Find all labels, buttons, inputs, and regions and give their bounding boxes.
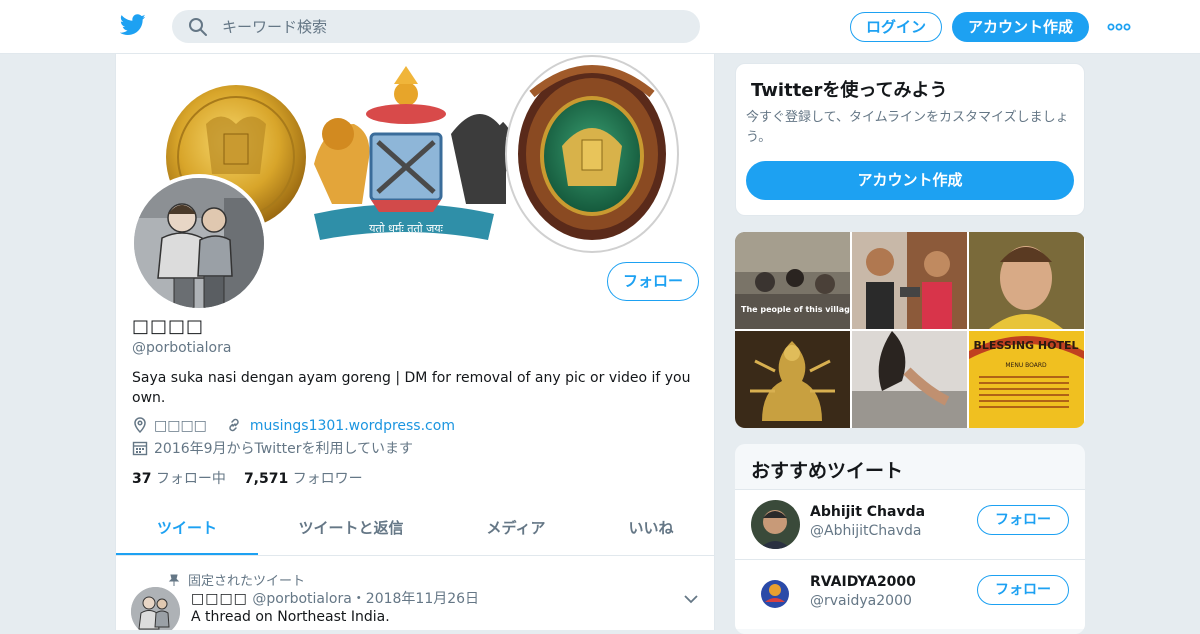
location-pin-icon xyxy=(134,417,146,433)
signup-card-button[interactable]: アカウント作成 xyxy=(746,161,1074,200)
recommended-user-avatar[interactable] xyxy=(751,570,800,619)
recommended-user-avatar[interactable] xyxy=(751,500,800,549)
pinned-label: 固定されたツイート xyxy=(188,574,306,589)
search-box[interactable] xyxy=(172,10,700,43)
media-tile[interactable] xyxy=(852,232,967,329)
recommended-title: おすすめツイート xyxy=(751,460,904,482)
following-stat[interactable]: 37 フォロー中 xyxy=(132,471,226,487)
login-button[interactable]: ログイン xyxy=(850,12,942,42)
media-thumbnail xyxy=(852,232,967,329)
followers-label: フォロワー xyxy=(292,471,363,487)
followers-count: 7,571 xyxy=(243,471,289,487)
chevron-down-icon[interactable] xyxy=(684,594,698,604)
following-label: フォロー中 xyxy=(155,471,226,487)
tweet-author-handle[interactable]: @porbotialora xyxy=(252,591,351,607)
twitter-bird-icon[interactable] xyxy=(120,14,146,36)
signup-card: Twitterを使ってみよう 今すぐ登録して、タイムラインをカスタマイズしましょ… xyxy=(735,63,1085,216)
tweet-text: A thread on Northeast India. xyxy=(191,609,390,625)
media-thumbnail xyxy=(735,331,850,428)
more-options-icon[interactable] xyxy=(1107,22,1131,32)
recommended-user-row[interactable]: Abhijit Chavda @AbhijitChavda フォロー xyxy=(735,489,1085,559)
tab-tweets-and-replies[interactable]: ツイートと返信 xyxy=(284,504,418,555)
recommended-avatar-image xyxy=(751,570,800,619)
profile-join-date-row: 2016年9月からTwitterを利用しています xyxy=(132,438,413,458)
signup-button[interactable]: アカウント作成 xyxy=(952,12,1089,42)
media-thumbnail xyxy=(852,331,967,428)
media-caption: The people of this village have dual xyxy=(741,305,850,314)
recommended-user-row[interactable]: RVAIDYA2000 @rvaidya2000 フォロー xyxy=(735,559,1085,629)
recommended-user-name[interactable]: RVAIDYA2000 xyxy=(810,574,916,590)
tweet-author-avatar[interactable] xyxy=(131,587,180,630)
follow-button[interactable]: フォロー xyxy=(607,262,699,301)
profile-location: □□□□ xyxy=(154,418,207,434)
recommended-user-handle[interactable]: @AbhijitChavda xyxy=(810,523,921,539)
media-tile[interactable]: The people of this village have dual xyxy=(735,232,850,329)
recommended-follow-button[interactable]: フォロー xyxy=(977,505,1069,535)
recommended-follow-button[interactable]: フォロー xyxy=(977,575,1069,605)
media-sign-subtitle: MENU BOARD xyxy=(1005,362,1047,369)
tweet-avatar-illustration xyxy=(131,587,180,630)
recommended-user-handle[interactable]: @rvaidya2000 xyxy=(810,593,912,609)
profile-avatar[interactable] xyxy=(130,174,268,312)
media-thumbnail: BLESSING HOTEL MENU BOARD xyxy=(969,331,1084,428)
profile-tabs: ツイート ツイートと返信 メディア いいね xyxy=(116,504,714,556)
following-count: 37 xyxy=(132,471,152,487)
tab-tweets[interactable]: ツイート xyxy=(116,504,258,555)
profile-stats: 37 フォロー中 7,571 フォロワー xyxy=(132,468,363,488)
recommended-avatar-image xyxy=(751,500,800,549)
pinned-tweet[interactable]: 固定されたツイート □□□□ @porbotialora・2018年11月26日… xyxy=(116,556,714,630)
search-input[interactable] xyxy=(222,14,682,39)
pin-icon xyxy=(168,574,180,586)
tweet-author-name[interactable]: □□□□ xyxy=(191,591,248,607)
profile-join-date: 2016年9月からTwitterを利用しています xyxy=(154,441,414,457)
search-icon xyxy=(189,18,207,36)
top-navigation-bar: ログイン アカウント作成 xyxy=(0,0,1200,54)
tab-likes[interactable]: いいね xyxy=(606,504,696,555)
profile-name[interactable]: □□□□ xyxy=(132,316,204,337)
tweet-date[interactable]: ・2018年11月26日 xyxy=(352,591,479,607)
followers-stat[interactable]: 7,571 フォロワー xyxy=(244,471,363,487)
media-thumbnail: The people of this village have dual xyxy=(735,232,850,329)
recommended-tweets-card: おすすめツイート Abhijit Chavda @AbhijitChavda フ… xyxy=(735,444,1085,634)
profile-handle[interactable]: @porbotialora xyxy=(132,340,231,356)
profile-location-row: □□□□ musings1301.wordpress.com xyxy=(132,417,455,437)
media-tile[interactable] xyxy=(969,232,1084,329)
media-thumbnail xyxy=(969,232,1084,329)
media-sign-title: BLESSING HOTEL xyxy=(974,339,1079,352)
banner-motto: यतो धर्मः ततो जयः xyxy=(369,222,443,235)
signup-card-title: Twitterを使ってみよう xyxy=(751,80,948,101)
pinned-indicator: 固定されたツイート xyxy=(168,570,305,589)
calendar-icon xyxy=(132,441,148,456)
media-grid: The people of this village have dual xyxy=(735,232,1085,428)
media-tile[interactable] xyxy=(852,331,967,428)
tweet-header: □□□□ @porbotialora・2018年11月26日 xyxy=(191,588,479,608)
tab-media[interactable]: メディア xyxy=(466,504,566,555)
avatar-illustration xyxy=(134,178,264,308)
signup-card-subtitle: 今すぐ登録して、タイムラインをカスタマイズしましょう。 xyxy=(746,110,1069,145)
media-tile[interactable] xyxy=(735,331,850,428)
link-icon xyxy=(229,418,239,432)
profile-bio: Saya suka nasi dengan ayam goreng | DM f… xyxy=(132,370,691,406)
profile-website-link[interactable]: musings1301.wordpress.com xyxy=(250,418,455,434)
recommended-user-name[interactable]: Abhijit Chavda xyxy=(810,504,925,520)
media-tile[interactable]: BLESSING HOTEL MENU BOARD xyxy=(969,331,1084,428)
profile-column: यतो धर्मः ततो जयः フォロー □□□□ @porbotialor… xyxy=(115,54,715,630)
